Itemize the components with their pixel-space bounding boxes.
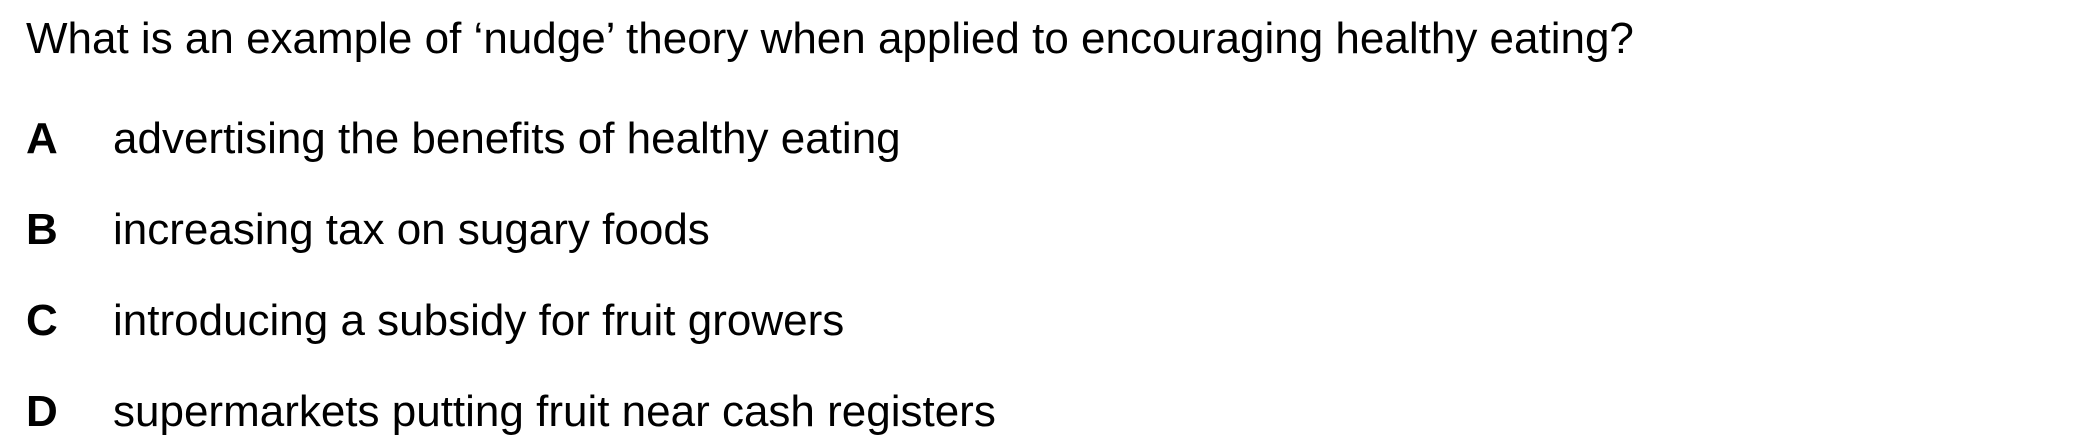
- option-b[interactable]: B increasing tax on sugary foods: [26, 199, 2066, 261]
- option-a[interactable]: A advertising the benefits of healthy ea…: [26, 108, 2066, 170]
- question-text: What is an example of ‘nudge’ theory whe…: [26, 14, 1634, 63]
- option-text: increasing tax on sugary foods: [113, 205, 710, 254]
- option-text: supermarkets putting fruit near cash reg…: [113, 387, 996, 436]
- option-letter: C: [26, 296, 58, 345]
- option-text: introducing a subsidy for fruit growers: [113, 296, 845, 345]
- option-c[interactable]: C introducing a subsidy for fruit grower…: [26, 290, 2066, 352]
- option-letter: A: [26, 114, 58, 163]
- answer-options: A advertising the benefits of healthy ea…: [26, 108, 2066, 443]
- option-text: advertising the benefits of healthy eati…: [113, 114, 901, 163]
- option-letter: D: [26, 387, 58, 436]
- option-letter: B: [26, 205, 58, 254]
- option-d[interactable]: D supermarkets putting fruit near cash r…: [26, 381, 2066, 443]
